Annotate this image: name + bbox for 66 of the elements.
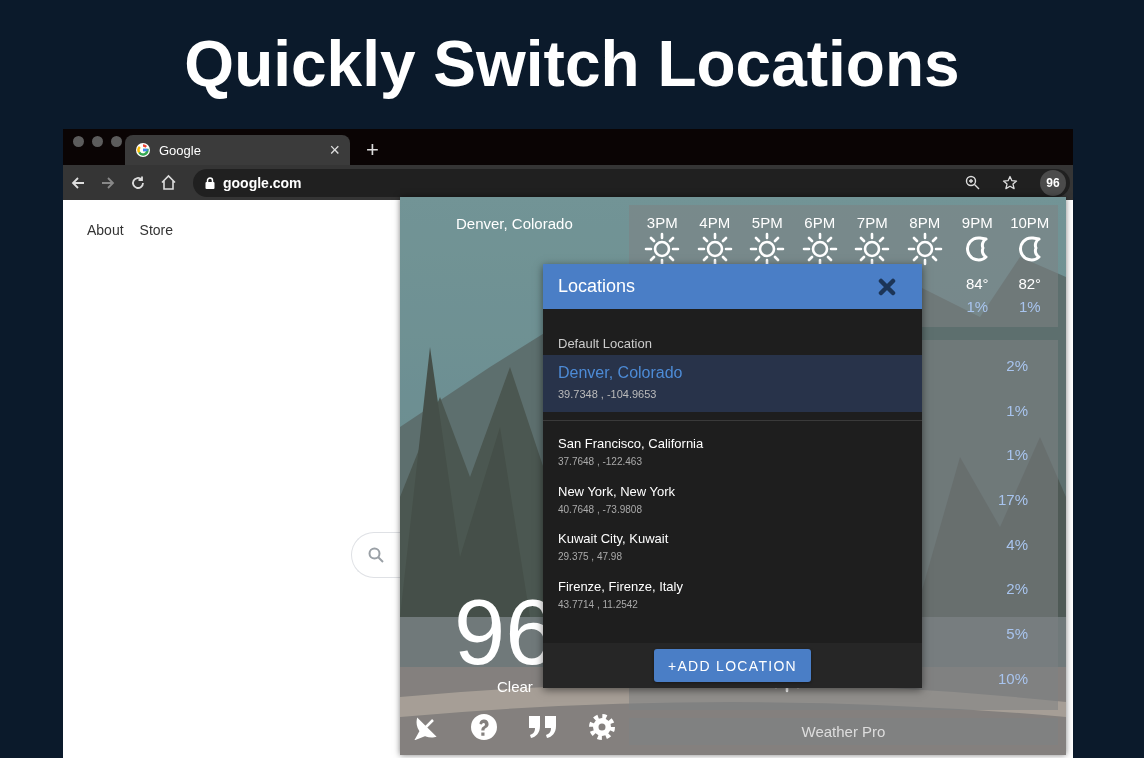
browser-tab[interactable]: Google × bbox=[125, 135, 350, 165]
moon-icon bbox=[965, 235, 990, 263]
precipitation-chance: 1% bbox=[966, 298, 989, 315]
hour-temperature: 84° bbox=[965, 275, 989, 292]
new-tab-button[interactable]: + bbox=[366, 139, 379, 161]
hour-label: 4PM bbox=[699, 214, 731, 231]
forward-icon[interactable] bbox=[100, 174, 116, 191]
hour-label: 5PM bbox=[751, 214, 783, 231]
location-item[interactable]: San Francisco, California 37.7648 , -122.463 bbox=[543, 427, 922, 475]
zoom-icon[interactable] bbox=[965, 175, 980, 190]
precipitation-chance: 1% bbox=[1006, 446, 1028, 464]
window-control[interactable] bbox=[92, 136, 103, 147]
reload-icon[interactable] bbox=[130, 174, 146, 191]
window-control[interactable] bbox=[73, 136, 84, 147]
quote-icon[interactable] bbox=[528, 714, 558, 740]
precipitation-chance: 1% bbox=[1006, 401, 1028, 419]
nav-link[interactable]: Store bbox=[139, 222, 174, 238]
location-name: Denver, Colorado bbox=[558, 364, 683, 382]
hour-label: 3PM bbox=[646, 214, 678, 231]
logo-icon bbox=[135, 142, 151, 158]
precipitation-chance: 4% bbox=[1006, 535, 1028, 553]
moon-icon bbox=[1017, 235, 1042, 263]
hour-label: 9PM bbox=[961, 214, 993, 231]
window-control[interactable] bbox=[111, 136, 122, 147]
app-name: Weather Pro bbox=[629, 718, 1058, 745]
coordinates: 40.7648 , -73.9808 bbox=[558, 503, 642, 515]
search-icon bbox=[368, 547, 384, 563]
precipitation-chance: 2% bbox=[1006, 356, 1028, 374]
condition-text: Clear bbox=[497, 678, 533, 695]
dialog-title: Locations bbox=[558, 276, 636, 297]
headline: Quickly Switch Locations bbox=[184, 27, 960, 102]
coordinates: 37.7648 , -122.463 bbox=[558, 456, 642, 467]
location-item[interactable]: New York, New York 40.7648 , -73.9808 bbox=[543, 474, 922, 522]
home-icon[interactable] bbox=[159, 174, 177, 191]
location-item[interactable]: Denver, Colorado 39.7348 , -104.9653 bbox=[543, 355, 922, 412]
hour-label: 10PM bbox=[1010, 214, 1050, 231]
precipitation-chance: 2% bbox=[1006, 580, 1028, 598]
close-tab-button[interactable]: × bbox=[329, 141, 340, 159]
location-item[interactable]: Firenze, Firenze, Italy 43.7714 , 11.2542 bbox=[543, 569, 922, 617]
back-icon[interactable] bbox=[70, 174, 86, 191]
precipitation-chance: 17% bbox=[997, 490, 1028, 508]
precipitation-chance: 1% bbox=[1018, 298, 1041, 315]
coordinates: 39.7348 , -104.9653 bbox=[558, 388, 657, 400]
location-name: Kuwait City, Kuwait bbox=[558, 531, 669, 546]
location-item[interactable]: Kuwait City, Kuwait 29.375 , 47.98 bbox=[543, 522, 922, 570]
hour-label: 7PM bbox=[856, 214, 888, 231]
settings-icon[interactable] bbox=[588, 713, 616, 741]
location-name: Firenze, Firenze, Italy bbox=[558, 578, 683, 594]
hour-temperature: 82° bbox=[1018, 275, 1042, 292]
hour-label: 8PM bbox=[909, 214, 941, 231]
lock-icon bbox=[205, 176, 215, 189]
coordinates: 43.7714 , 11.2542 bbox=[558, 598, 638, 610]
hour-label: 6PM bbox=[804, 214, 836, 231]
address-bar[interactable]: google.com 96 bbox=[193, 168, 1070, 197]
location-name: New York, New York bbox=[558, 483, 676, 499]
star-icon[interactable] bbox=[1002, 174, 1018, 191]
precipitation-chance: 5% bbox=[1006, 624, 1028, 642]
close-icon[interactable] bbox=[878, 277, 896, 296]
extension-badge[interactable]: 96 bbox=[1040, 169, 1066, 196]
section-label: Default Location bbox=[557, 336, 653, 353]
add-location-button[interactable]: +ADD LOCATION bbox=[654, 649, 811, 682]
city-name: Denver, Colorado bbox=[456, 215, 573, 232]
location-name: San Francisco, California bbox=[558, 436, 704, 451]
coordinates: 29.375 , 47.98 bbox=[558, 551, 622, 562]
nav-link[interactable]: About bbox=[87, 222, 124, 238]
precipitation-chance: 10% bbox=[997, 669, 1028, 687]
